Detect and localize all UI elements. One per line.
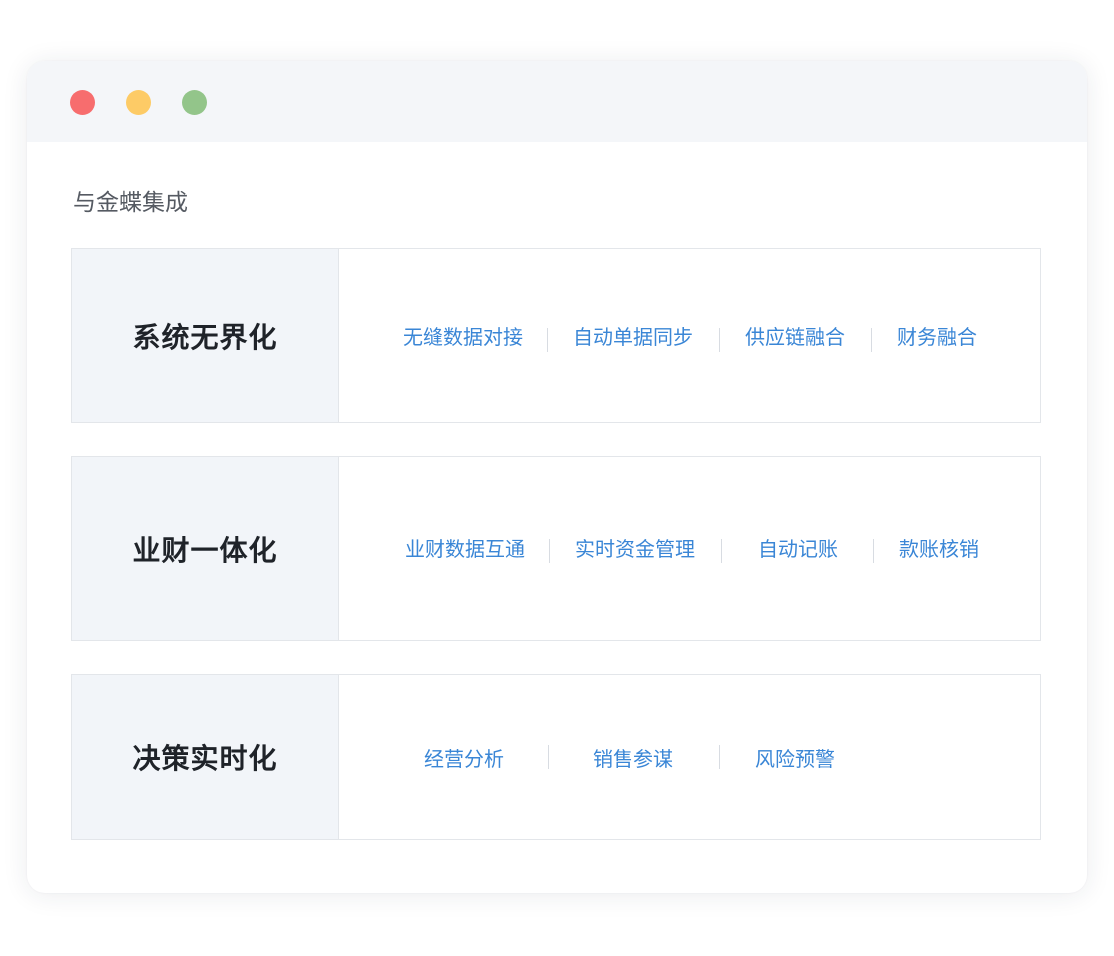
feature-link[interactable]: 自动单据同步	[573, 323, 693, 351]
feature-divider	[547, 328, 548, 352]
feature-card-system: 系统无界化 无缝数据对接 自动单据同步 供应链融合 财务融合	[71, 248, 1041, 423]
maximize-window-icon[interactable]	[182, 90, 207, 115]
card-heading: 决策实时化	[132, 742, 278, 775]
feature-divider	[719, 745, 720, 769]
feature-divider	[719, 328, 720, 352]
feature-link[interactable]: 实时资金管理	[575, 535, 695, 563]
feature-link[interactable]: 供应链融合	[745, 323, 845, 351]
feature-card-decision: 决策实时化 经营分析 销售参谋 风险预警	[71, 674, 1041, 840]
card-heading: 业财一体化	[132, 533, 278, 567]
feature-link[interactable]: 业财数据互通	[405, 535, 525, 563]
card-heading-panel: 系统无界化	[72, 249, 339, 422]
feature-divider	[548, 745, 549, 769]
feature-link[interactable]: 财务融合	[897, 323, 977, 351]
app-window: 与金蝶集成 系统无界化 无缝数据对接 自动单据同步 供应链融合 财务融合 业财一…	[27, 61, 1087, 893]
window-titlebar	[27, 61, 1087, 142]
feature-divider	[549, 539, 550, 563]
feature-link[interactable]: 款账核销	[899, 535, 979, 563]
card-heading: 系统无界化	[132, 320, 278, 354]
feature-divider	[721, 539, 722, 563]
section-title: 与金蝶集成	[73, 190, 188, 216]
feature-link[interactable]: 销售参谋	[593, 745, 673, 773]
card-heading-panel: 业财一体化	[72, 457, 339, 640]
feature-card-business: 业财一体化 业财数据互通 实时资金管理 自动记账 款账核销	[71, 456, 1041, 641]
minimize-window-icon[interactable]	[126, 90, 151, 115]
feature-divider	[873, 539, 874, 563]
close-window-icon[interactable]	[70, 90, 95, 115]
card-heading-panel: 决策实时化	[72, 675, 339, 839]
feature-divider	[871, 328, 872, 352]
feature-link[interactable]: 自动记账	[758, 535, 838, 563]
feature-link[interactable]: 经营分析	[424, 745, 504, 773]
feature-link[interactable]: 风险预警	[755, 745, 835, 773]
feature-link[interactable]: 无缝数据对接	[403, 323, 523, 351]
